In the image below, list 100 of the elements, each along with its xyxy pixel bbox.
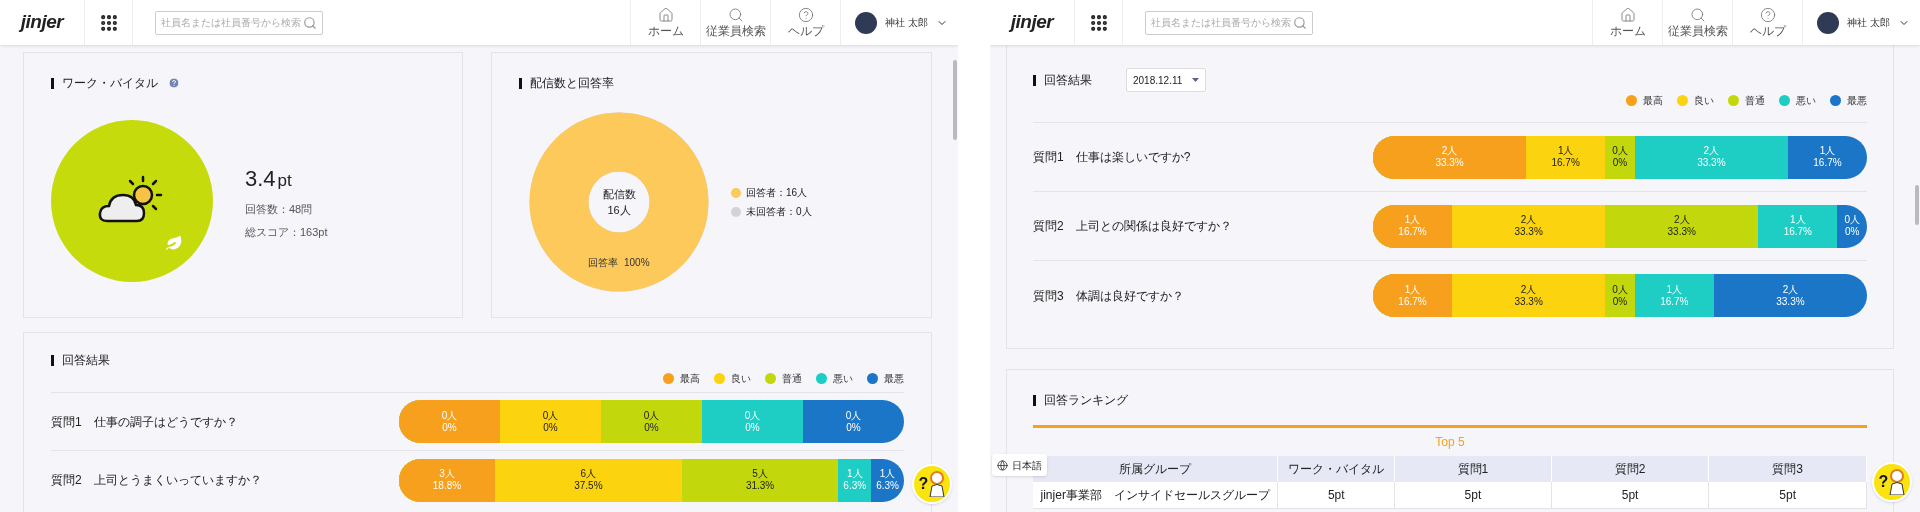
rate-text: 回答率 100% (587, 256, 651, 270)
home-icon (1619, 7, 1636, 23)
percent-label: 0% (1844, 226, 1860, 238)
search-icon (303, 15, 317, 30)
count-label: 2人 (1782, 283, 1799, 296)
legend-label: 良い (731, 371, 751, 386)
leaf-icon (163, 232, 185, 254)
count-label: 1人 (879, 468, 896, 480)
legend-label: 最悪 (1847, 93, 1867, 108)
scrollbar-thumb[interactable] (1915, 185, 1919, 225)
percent-label: 0% (1612, 295, 1628, 308)
date-select[interactable]: 2018.12.11 (1126, 68, 1206, 92)
ranking-subtitle: Top 5 (1435, 434, 1465, 450)
percent-label: 16.7% (1398, 295, 1427, 308)
globe-icon (997, 459, 1008, 471)
question-label: 質問2 上司とうまくいっていますか？ (51, 472, 262, 489)
language-button[interactable]: 日本語 (992, 454, 1047, 476)
count-label: 2人 (1703, 145, 1720, 157)
mascot-icon (1889, 469, 1906, 495)
legend-label: 普通 (782, 371, 802, 386)
count-label: 0人 (845, 409, 862, 422)
percent-label: 33.3% (1776, 295, 1805, 308)
percent-label: 33.3% (1667, 226, 1696, 238)
table-cell: 5pt (1709, 482, 1867, 508)
percent-label: 31.3% (745, 480, 775, 492)
card-title: 配信数と回答率 (530, 75, 614, 92)
center-value: 16人 (607, 203, 631, 218)
count-label: 3人 (439, 468, 455, 480)
percent-label: 0% (442, 421, 457, 434)
legend-label: 普通 (1745, 93, 1765, 108)
stat-text: 総スコア：163pt (245, 224, 328, 240)
search-field[interactable]: 社員名または社員番号から検索 (155, 10, 323, 35)
title-marker (51, 77, 54, 89)
search-field[interactable]: 社員名または社員番号から検索 (1145, 10, 1313, 35)
help-icon[interactable] (168, 77, 180, 89)
score-value: 3.4 (245, 165, 276, 193)
count-label: 2人 (1520, 283, 1537, 296)
count-label: 0人 (441, 409, 458, 422)
count-label: 0人 (643, 409, 660, 422)
legend-label: 最悪 (884, 371, 904, 386)
count-label: 2人 (1673, 214, 1690, 226)
count-label: 0人 (542, 409, 559, 422)
percent-label: 16.7% (1660, 295, 1689, 308)
count-label: 1人 (1790, 214, 1806, 226)
count-label: 2人 (1520, 214, 1537, 226)
count-label: 0人 (744, 409, 761, 422)
legend-label: 悪い (833, 371, 853, 386)
table-cell: 5pt (1395, 482, 1552, 508)
percent-label: 0% (745, 421, 760, 434)
percent-label: 6.3% (876, 480, 899, 492)
title-marker (1033, 74, 1036, 86)
percent-label: 16.7% (1813, 157, 1842, 169)
legend-label: 回答者：16人 (746, 186, 808, 200)
title-marker (51, 354, 54, 366)
percent-label: 33.3% (1435, 157, 1464, 169)
title-marker (519, 77, 522, 89)
card-title: 回答結果 (62, 352, 110, 369)
count-label: 0人 (1844, 214, 1860, 226)
avatar (855, 11, 877, 34)
percent-label: 0% (846, 421, 861, 434)
percent-label: 16.7% (1551, 157, 1580, 169)
percent-label: 18.8% (432, 480, 462, 492)
count-label: 1人 (1404, 283, 1421, 296)
help-icon (1759, 7, 1776, 23)
percent-label: 33.3% (1514, 295, 1543, 308)
search-icon (727, 7, 744, 23)
percent-label: 33.3% (1697, 157, 1726, 169)
card-title: 回答ランキング (1044, 392, 1128, 409)
question-label: 質問1 仕事は楽しいですか? (1033, 149, 1191, 166)
app-grid-icon[interactable] (1088, 12, 1109, 33)
count-label: 0人 (1612, 283, 1628, 296)
card-title: 回答結果 (1044, 72, 1092, 89)
percent-label: 16.7% (1783, 226, 1812, 238)
count-label: 0人 (1612, 145, 1628, 157)
logo[interactable]: jinjer (1010, 8, 1054, 37)
question-label: 質問1 仕事の調子はどうですか？ (51, 413, 238, 431)
count-label: 1人 (1557, 145, 1574, 157)
help-icon (797, 7, 814, 23)
home-icon (657, 7, 674, 23)
legend-label: 最高 (680, 371, 700, 386)
legend-label: 最高 (1643, 93, 1663, 108)
legend-label: 良い (1694, 93, 1714, 108)
logo[interactable]: jinjer (20, 8, 64, 37)
table-cell: jinjer事業部 インサイドセールスグループ (1033, 482, 1279, 508)
count-label: 2人 (1441, 145, 1458, 157)
table-cell: 5pt (1278, 482, 1396, 508)
percent-label: 0% (644, 421, 659, 434)
stat-text: 回答数：48問 (245, 202, 314, 217)
table-cell: 5pt (1551, 482, 1710, 508)
legend-label: 未回答者：0人 (746, 205, 812, 219)
mascot-icon (929, 471, 946, 497)
app-grid-icon[interactable] (98, 12, 119, 33)
percent-label: 16.7% (1398, 226, 1427, 238)
search-icon (1689, 7, 1706, 23)
count-label: 1人 (1819, 145, 1836, 157)
count-label: 1人 (1666, 283, 1683, 296)
center-label: 配信数 (602, 186, 636, 202)
question-label: 質問3 体調は良好ですか？ (1033, 287, 1184, 305)
scrollbar-thumb[interactable] (953, 60, 957, 140)
legend-label: 悪い (1796, 93, 1816, 108)
